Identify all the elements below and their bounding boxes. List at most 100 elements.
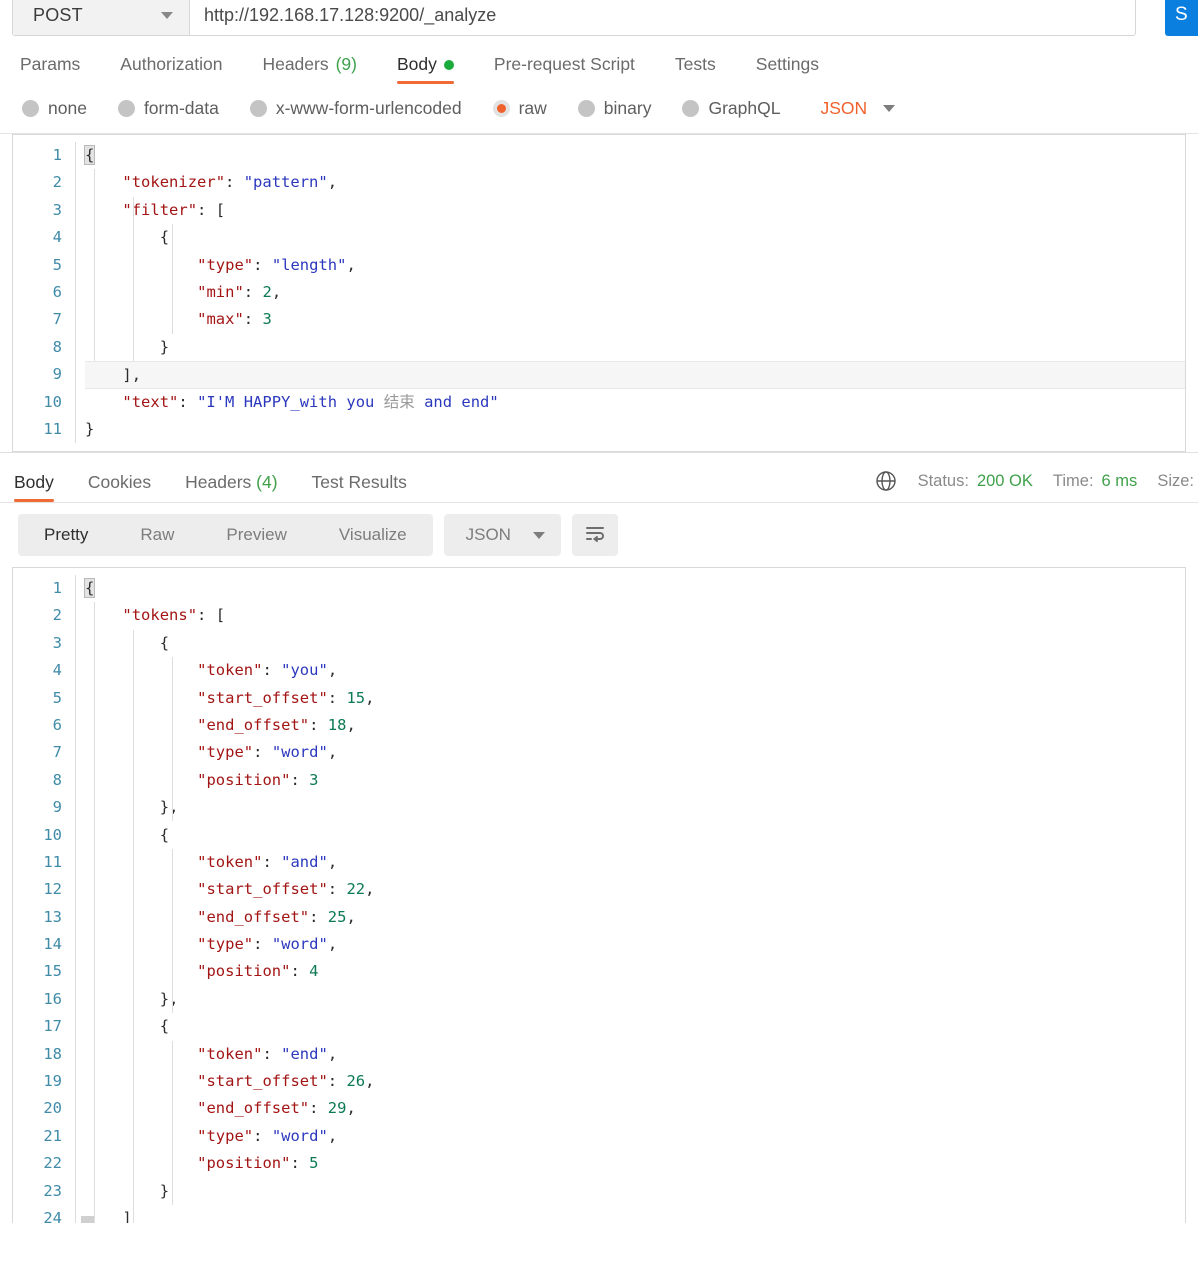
response-tab-headers-label: Headers [185,472,252,492]
line-number: 21 [43,1126,62,1145]
tab-body-label: Body [397,54,437,74]
response-status-meta: Status: 200 OK Time: 6 ms Size: [874,469,1194,502]
body-format-select[interactable]: JSON [820,98,896,119]
indent-guide [133,197,134,361]
body-type-raw[interactable]: raw [492,98,547,119]
green-status-dot-icon [443,59,454,70]
body-type-form-data-label: form-data [143,98,219,118]
body-type-graphql-label: GraphQL [708,98,781,118]
http-method-select[interactable]: POST [13,0,190,35]
code-line: { [159,228,170,247]
line-number: 12 [43,880,62,899]
response-view-segmented-control: Pretty Raw Preview Visualize [18,514,433,556]
code-line: "token": "end", [197,1044,338,1063]
response-header: Body Cookies Headers (4) Test Results St… [0,459,1198,503]
line-number: 22 [43,1154,62,1173]
tab-settings-label: Settings [755,54,820,74]
line-number: 5 [52,688,62,707]
line-number: 7 [52,743,62,762]
code-line: "max": 3 [197,310,272,329]
view-raw[interactable]: Raw [114,514,200,556]
response-editor-code[interactable]: { "tokens": [ { "token": "you", "start_o… [75,575,1185,1223]
code-line: "position": 3 [197,770,319,789]
body-type-urlencoded[interactable]: x-www-form-urlencoded [249,98,462,119]
view-pretty[interactable]: Pretty [18,514,114,556]
body-type-binary[interactable]: binary [577,98,652,119]
response-tab-cookies[interactable]: Cookies [88,472,151,502]
response-tab-test-results-label: Test Results [311,472,407,492]
tab-pre-request-script[interactable]: Pre-request Script [494,54,635,84]
radio-selected-icon [492,100,510,117]
radio-icon [22,100,39,117]
response-body-viewer[interactable]: 1 2 3 4 5 6 7 8 9 10 11 12 13 14 15 16 17 18 19 20 21 22 23 24 … [12,567,1186,1223]
tab-params[interactable]: Params [20,54,80,84]
line-number: 2 [52,606,62,625]
request-editor-code[interactable]: { "tokenizer": "pattern", "filter": [ { … [75,142,1185,444]
tab-authorization[interactable]: Authorization [120,54,222,84]
response-language-select[interactable]: JSON [443,514,561,556]
response-tab-cookies-label: Cookies [87,472,152,492]
line-number: 10 [43,825,62,844]
body-type-urlencoded-label: x-www-form-urlencoded [275,98,462,118]
view-preview[interactable]: Preview [200,514,312,556]
send-button[interactable]: S [1165,0,1198,36]
code-line: "token": "and", [197,852,338,871]
view-visualize[interactable]: Visualize [313,514,433,556]
body-type-form-data[interactable]: form-data [117,98,219,119]
body-type-none[interactable]: none [22,98,87,119]
tab-body[interactable]: Body [397,54,454,84]
line-number: 5 [52,255,62,274]
code-line: "text": "I'M HAPPY_with you 结束 and end" [122,392,499,411]
code-line: "tokenizer": "pattern", [122,173,338,192]
tab-headers-count: (9) [335,54,357,74]
line-number: 4 [52,661,62,680]
code-line: "end_offset": 18, [197,715,356,734]
request-body-editor[interactable]: 1 2 3 4 5 6 7 8 9 10 11 { "tokenizer": "pattern", … [12,134,1186,452]
response-tab-headers[interactable]: Headers (4) [185,472,277,502]
code-line: { [159,825,170,844]
line-number: 3 [52,200,62,219]
response-tab-headers-count: (4) [256,472,278,492]
horizontal-scrollbar[interactable] [81,1216,94,1223]
response-tab-body[interactable]: Body [14,472,54,502]
line-number: 2 [52,173,62,192]
tab-authorization-label: Authorization [120,54,223,74]
line-number: 19 [43,1072,62,1091]
indent-guide [172,1041,173,1205]
tab-tests[interactable]: Tests [675,54,716,84]
code-line: }, [159,989,179,1008]
code-line: "end_offset": 25, [197,907,356,926]
line-number: 9 [52,365,62,384]
tab-settings[interactable]: Settings [756,54,819,84]
line-number: 13 [43,907,62,926]
request-editor-gutter: 1 2 3 4 5 6 7 8 9 10 11 [13,142,75,443]
tab-headers[interactable]: Headers (9) [262,54,357,84]
body-type-raw-label: raw [518,98,547,118]
response-editor-gutter: 1 2 3 4 5 6 7 8 9 10 11 12 13 14 15 16 17 18 19 20 21 22 23 24 [13,575,75,1223]
body-type-binary-label: binary [603,98,652,118]
pane-divider[interactable] [0,452,1198,459]
wrap-lines-button[interactable] [571,514,618,556]
line-number: 8 [52,337,62,356]
response-tab-test-results[interactable]: Test Results [312,472,407,502]
url-bar-group: POST http://192.168.17.128:9200/_analyze [12,0,1136,36]
line-number: 24 [43,1208,62,1223]
code-line: "start_offset": 22, [197,880,375,899]
indent-guide [94,169,95,361]
code-line: "type": "word", [197,935,338,954]
globe-icon[interactable] [874,469,898,493]
body-type-graphql[interactable]: GraphQL [682,98,780,119]
time-value: 6 ms [1101,471,1138,490]
indent-guide [172,224,173,334]
status-label: Status: [917,471,969,490]
line-number: 8 [52,770,62,789]
code-line: } [159,1181,170,1200]
line-number: 6 [52,715,62,734]
request-url-input[interactable]: http://192.168.17.128:9200/_analyze [190,0,1135,35]
tab-params-label: Params [20,54,81,74]
tab-tests-label: Tests [674,54,716,74]
response-view-toolbar: Pretty Raw Preview Visualize JSON [0,503,1198,567]
time-label: Time: [1052,471,1094,490]
code-line: "end_offset": 29, [197,1099,356,1118]
http-method-label: POST [33,4,83,25]
